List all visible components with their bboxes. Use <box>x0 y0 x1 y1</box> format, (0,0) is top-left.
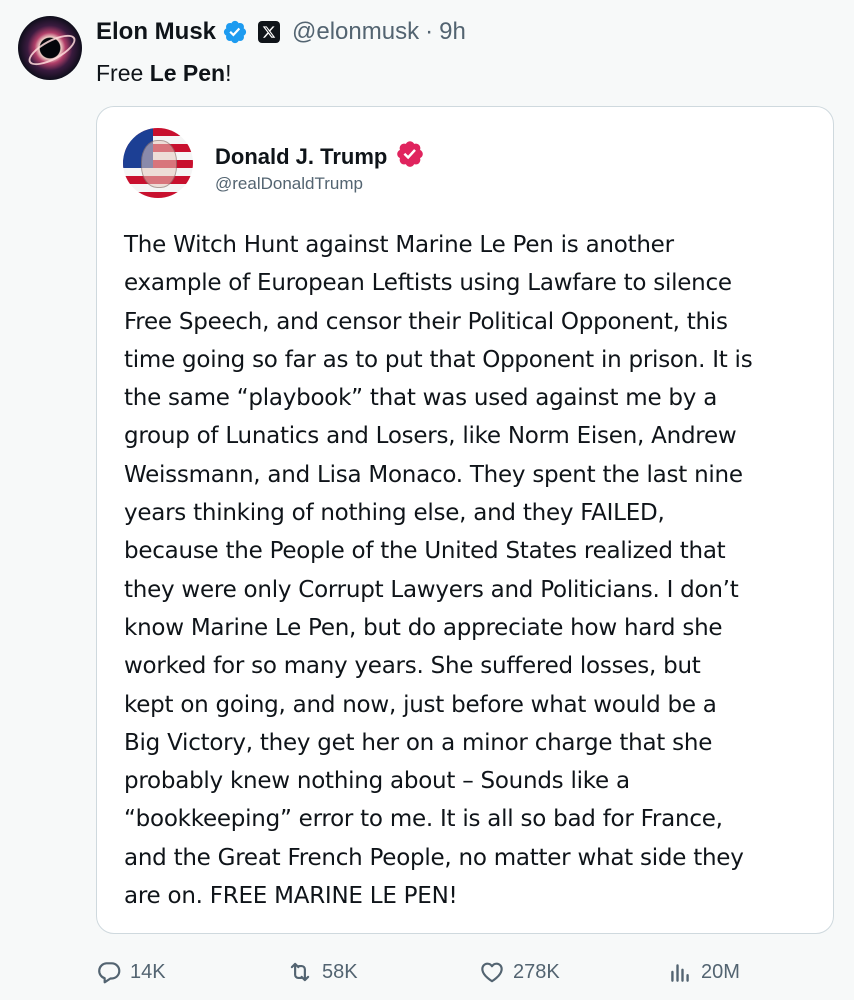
quoted-text-line: the same “playbook” that was used agains… <box>124 385 718 412</box>
like-button[interactable]: 278K <box>479 952 560 992</box>
quoted-author-row: Donald J. Trump <box>215 139 425 174</box>
tweet-header: Elon Musk @elonmusk · 9h <box>96 14 466 50</box>
tweet-actions: 14K 58K 278K 20M <box>0 952 854 992</box>
tweet-text-prefix: Free <box>96 60 150 86</box>
x-logo-icon <box>258 21 281 43</box>
quoted-text-line: years thinking of nothing else, and they… <box>124 500 665 527</box>
repost-button[interactable]: 58K <box>286 952 358 992</box>
tweet-text-bold: Le Pen <box>149 60 226 86</box>
quoted-text-line: because the People of the United States … <box>124 538 726 565</box>
view-count: 20M <box>701 960 740 983</box>
tweet-text-suffix: ! <box>225 60 232 86</box>
tweet-text: Free Le Pen! <box>96 58 232 88</box>
quoted-text-line: Weissmann, and Lisa Monaco. They spent t… <box>124 461 743 488</box>
bar-chart-icon <box>671 964 689 982</box>
quoted-text-line: kept on going, and now, just before what… <box>124 691 717 718</box>
verified-icon[interactable] <box>222 19 248 45</box>
tweet[interactable]: Elon Musk @elonmusk · 9h Free Le Pen! Do… <box>0 0 854 1000</box>
heart-icon <box>481 962 503 983</box>
quoted-text-line: probably knew nothing about – Sounds lik… <box>124 768 630 795</box>
quoted-text-line: time going so far as to put that Opponen… <box>124 346 753 373</box>
quoted-post-card[interactable]: Donald J. Trump @realDonaldTrump The Wit… <box>96 106 834 934</box>
speech-bubble-icon <box>98 962 121 984</box>
avatar-ring-graphic <box>24 28 80 72</box>
tweet-timestamp[interactable]: 9h <box>439 18 466 46</box>
author-avatar[interactable] <box>18 16 82 80</box>
author-name[interactable]: Elon Musk <box>96 18 216 46</box>
quoted-post-text: The Witch Hunt against Marine Le Pen is … <box>124 226 814 915</box>
quoted-author-name[interactable]: Donald J. Trump <box>215 144 387 170</box>
repost-arrows-icon <box>290 962 310 982</box>
reply-button[interactable]: 14K <box>96 952 166 992</box>
like-count: 278K <box>513 960 560 983</box>
quoted-author-handle[interactable]: @realDonaldTrump <box>215 174 363 194</box>
quoted-text-line: are on. FREE MARINE LE PEN! <box>124 883 458 910</box>
views-button[interactable]: 20M <box>667 952 740 992</box>
reply-count: 14K <box>130 960 166 983</box>
quoted-text-line: “bookkeeping” error to me. It is all so … <box>124 806 723 833</box>
separator-dot: · <box>425 18 434 45</box>
quoted-text-line: worked for so many years. She suffered l… <box>124 653 701 680</box>
quoted-text-line: know Marine Le Pen, but do appreciate ho… <box>124 614 723 641</box>
quoted-text-line: group of Lunatics and Losers, like Norm … <box>124 423 737 450</box>
quoted-text-line: The Witch Hunt against Marine Le Pen is … <box>124 232 674 258</box>
quoted-author-avatar[interactable] <box>123 128 193 198</box>
portrait-graphic <box>141 140 177 188</box>
quoted-text-line: they were only Corrupt Lawyers and Polit… <box>124 576 739 603</box>
quoted-text-line: Free Speech, and censor their Political … <box>124 308 728 335</box>
quoted-text-line: Big Victory, they get her on a minor cha… <box>124 729 713 756</box>
quoted-text-line: and the Great French People, no matter w… <box>124 844 744 871</box>
author-handle[interactable]: @elonmusk <box>292 18 419 46</box>
repost-count: 58K <box>322 960 358 983</box>
verified-pink-icon <box>395 139 425 174</box>
quoted-text-line: example of European Leftists using Lawfa… <box>124 270 732 297</box>
